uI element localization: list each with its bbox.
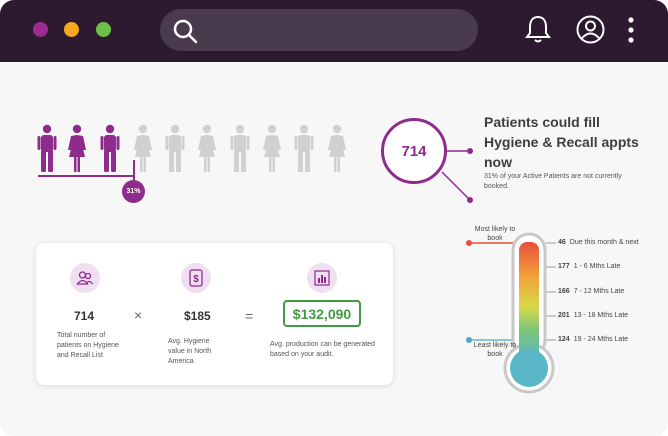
patients-label: Total number of patients on Hygiene and … bbox=[57, 332, 119, 359]
multiply-sign: × bbox=[134, 307, 143, 323]
female-person-icon bbox=[328, 124, 346, 172]
recall-row-label: Due this month & next bbox=[569, 239, 639, 246]
recall-row: 46 Due this month & next bbox=[558, 239, 639, 246]
search-icon bbox=[173, 19, 198, 44]
male-person-icon bbox=[165, 124, 185, 172]
recall-row-count: 201 bbox=[558, 312, 570, 319]
recall-row-label: 19 - 24 Mths Late bbox=[573, 336, 629, 343]
recall-row-count: 166 bbox=[558, 288, 570, 295]
close-window-dot[interactable] bbox=[33, 22, 48, 37]
recall-row: 124 19 - 24 Mths Late bbox=[558, 336, 628, 343]
dollar-icon: $ bbox=[181, 263, 211, 293]
recall-row-label: 13 - 18 Mths Late bbox=[573, 312, 629, 319]
male-person-icon bbox=[37, 124, 57, 172]
patients-value: 714 bbox=[74, 309, 95, 323]
search-input[interactable] bbox=[210, 17, 460, 43]
avg-hygiene-value: $185 bbox=[184, 309, 211, 323]
male-person-icon bbox=[100, 124, 120, 172]
patients-count-value: 714 bbox=[401, 142, 427, 160]
female-person-icon bbox=[198, 124, 216, 172]
recall-row-label: 1 - 6 Mths Late bbox=[573, 263, 621, 270]
headline-subtitle: 31% of your Active Patients are not curr… bbox=[484, 173, 622, 190]
least-likely-label: Least likely to book bbox=[473, 342, 517, 358]
title-bar bbox=[0, 0, 668, 62]
percent-connector-line bbox=[38, 175, 134, 177]
maximize-window-dot[interactable] bbox=[96, 22, 111, 37]
production-result: $132,090 bbox=[283, 300, 361, 327]
female-person-icon bbox=[68, 124, 86, 172]
female-person-icon bbox=[134, 124, 152, 172]
percent-connector-tick bbox=[133, 160, 135, 180]
notifications-bell-icon[interactable] bbox=[524, 14, 552, 44]
bar-chart-icon bbox=[307, 263, 337, 293]
recall-row: 177 1 - 6 Mths Late bbox=[558, 263, 620, 270]
svg-text:$: $ bbox=[193, 274, 199, 285]
production-calculation-card: 714 Total number of patients on Hygiene … bbox=[36, 243, 393, 385]
recall-row-count: 46 bbox=[558, 239, 566, 246]
recall-thermometer bbox=[466, 232, 556, 394]
search-bar[interactable] bbox=[160, 9, 478, 51]
avg-hygiene-label: Avg. Hygiene value in North America bbox=[168, 338, 212, 365]
equals-sign: = bbox=[245, 308, 254, 324]
recall-row-count: 124 bbox=[558, 336, 570, 343]
most-likely-label: Most likely to book bbox=[474, 226, 516, 242]
headline-title: Patients could fill Hygiene & Recall app… bbox=[484, 114, 639, 170]
recall-row-label: 7 - 12 Mths Late bbox=[573, 288, 625, 295]
recall-row: 201 13 - 18 Mths Late bbox=[558, 312, 628, 319]
patients-group-icon bbox=[70, 263, 100, 293]
more-options-icon[interactable] bbox=[626, 16, 636, 44]
production-label: Avg. production can be generated based o… bbox=[270, 341, 375, 358]
recall-row-count: 177 bbox=[558, 263, 570, 270]
male-person-icon bbox=[230, 124, 250, 172]
user-profile-icon[interactable] bbox=[575, 14, 606, 45]
male-person-icon bbox=[294, 124, 314, 172]
female-person-icon bbox=[263, 124, 281, 172]
app-window: 31% 714 Patients could fill Hygiene & Re… bbox=[0, 0, 668, 436]
percent-badge: 31% bbox=[122, 180, 145, 203]
recall-row: 166 7 - 12 Mths Late bbox=[558, 288, 624, 295]
minimize-window-dot[interactable] bbox=[64, 22, 79, 37]
patients-count-circle: 714 bbox=[381, 118, 447, 184]
